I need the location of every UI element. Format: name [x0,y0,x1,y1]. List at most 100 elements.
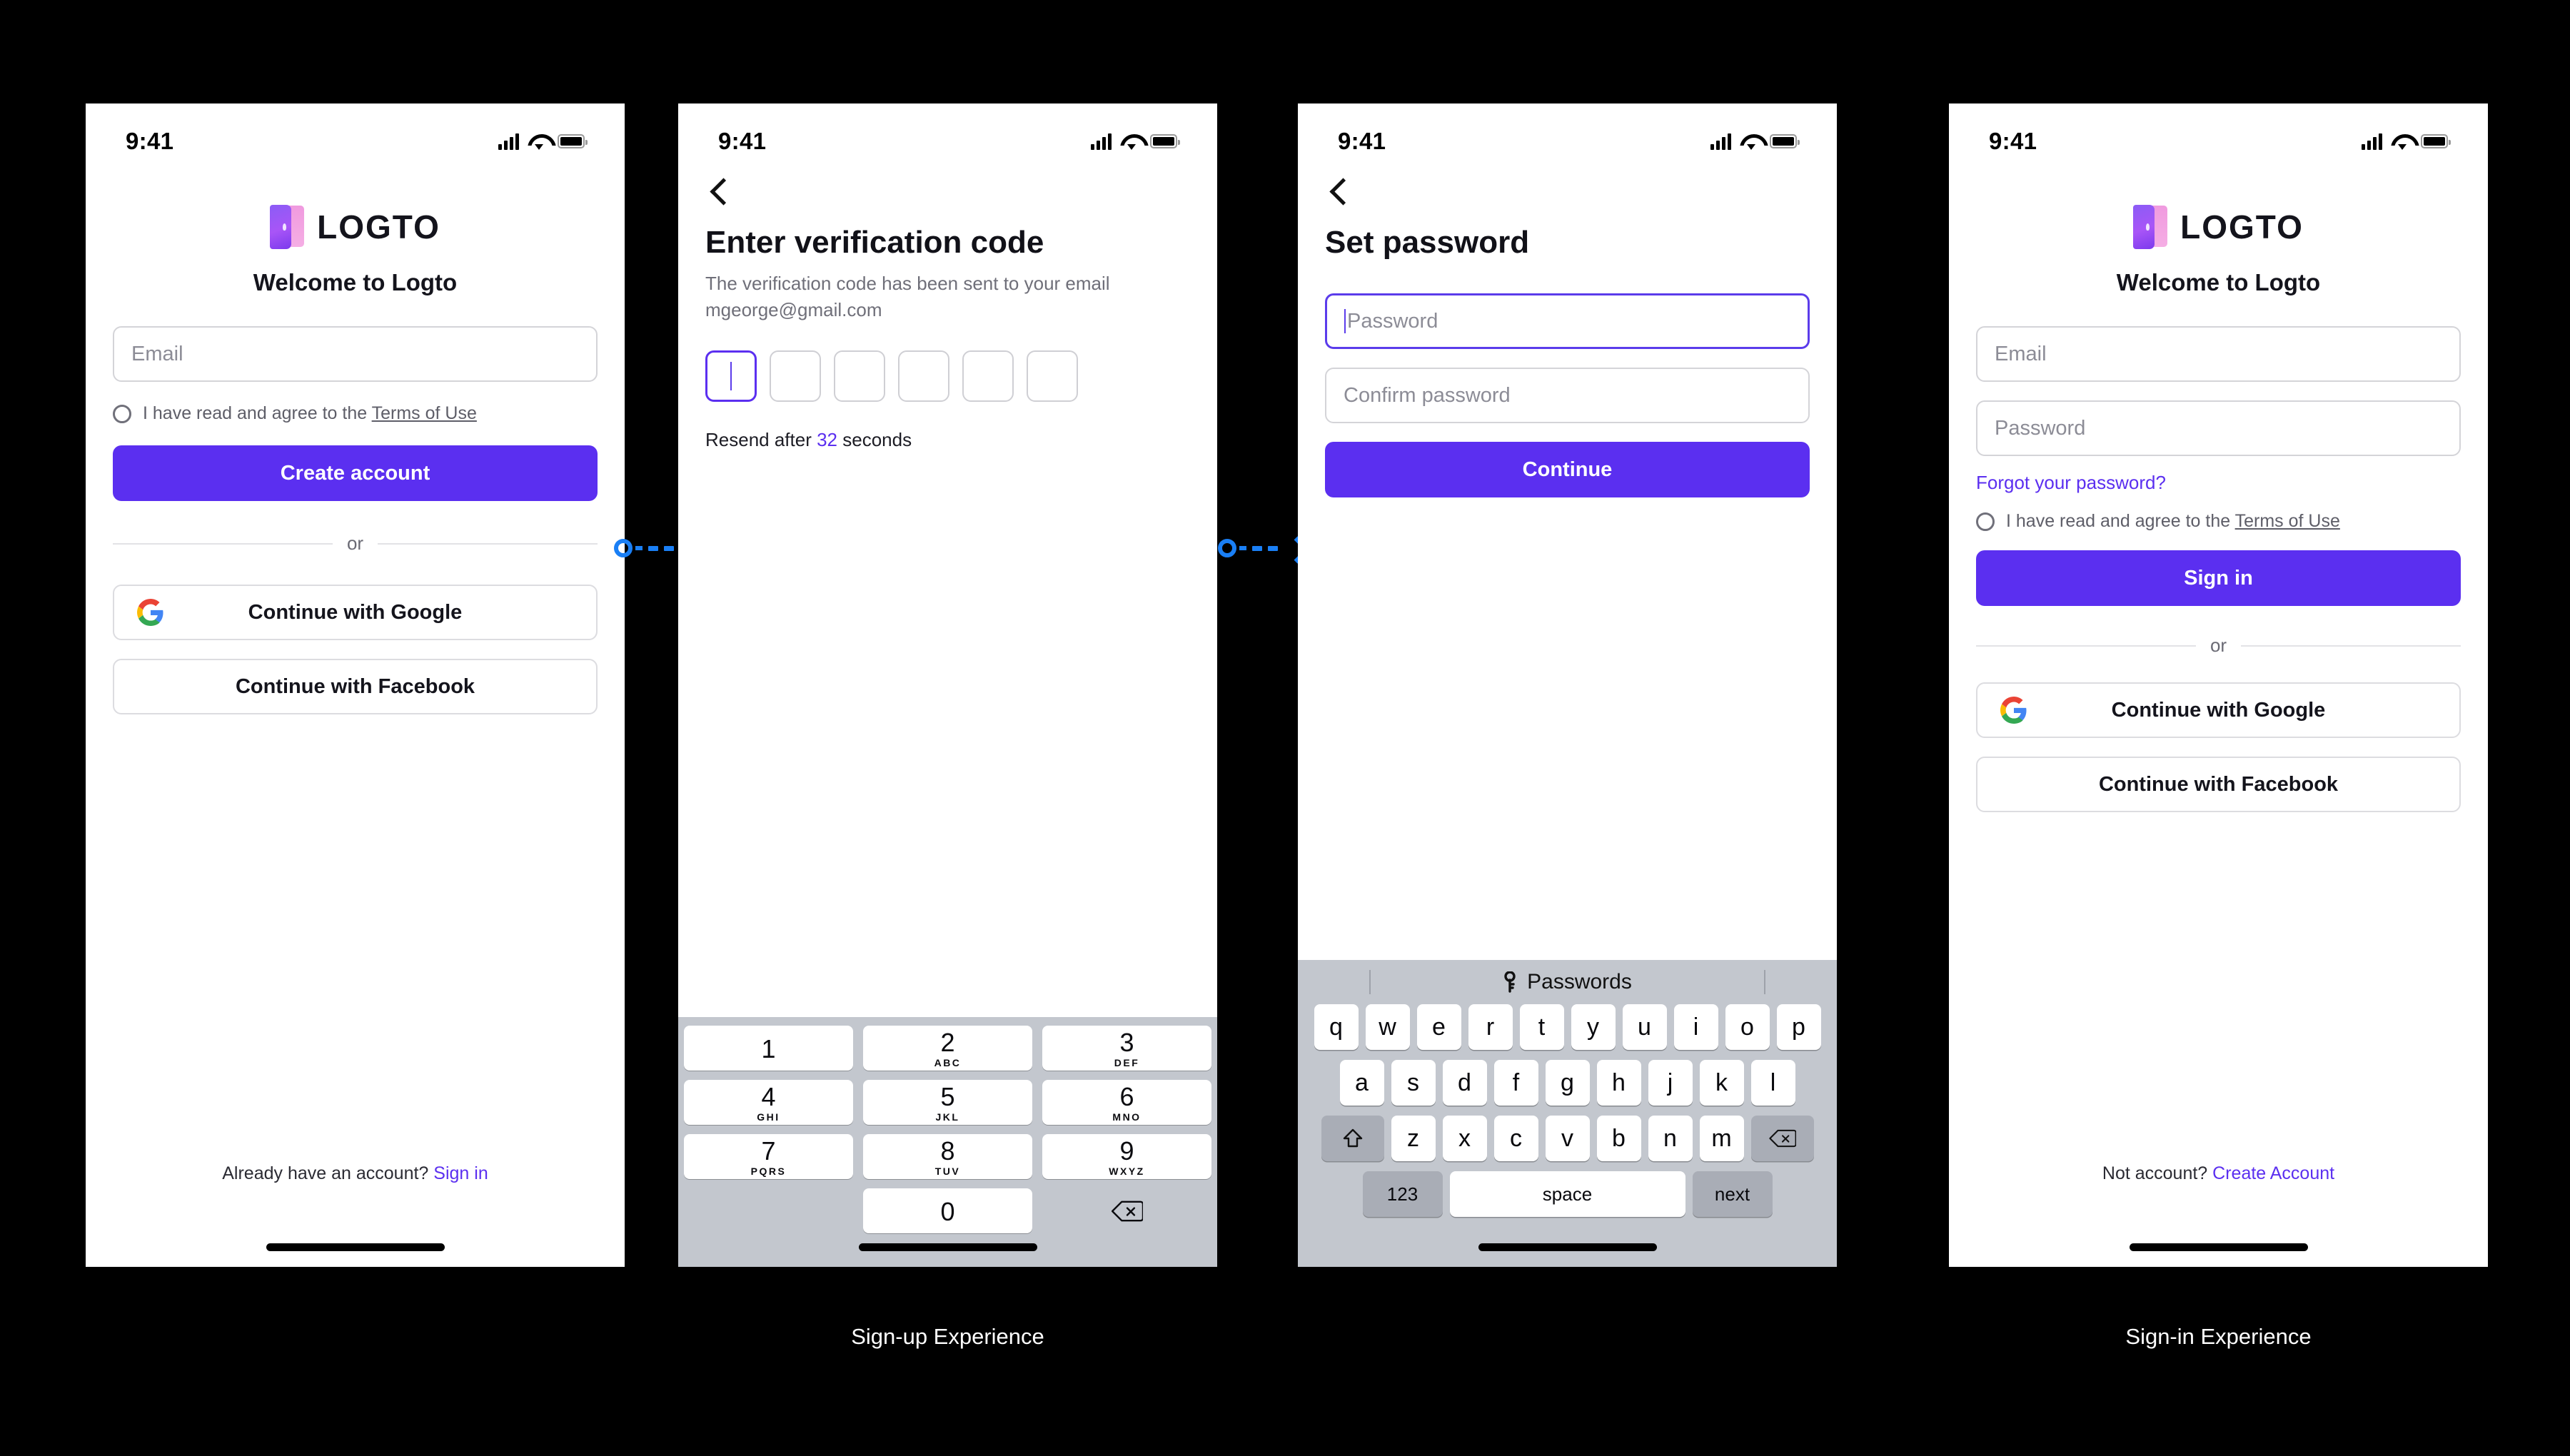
keyboard-row-1: q w e r t y u i o p [1298,1004,1837,1050]
password-input[interactable]: Password [1976,400,2461,456]
keypad-digit: 6 [1119,1081,1134,1111]
qwerty-keyboard[interactable]: Passwords q w e r t y u i o p a s d f g … [1298,960,1837,1267]
key-j[interactable]: j [1648,1060,1693,1106]
create-account-link[interactable]: Create Account [2212,1163,2334,1183]
numbers-key[interactable]: 123 [1362,1171,1443,1217]
key-o[interactable]: o [1725,1004,1770,1050]
key-b[interactable]: b [1596,1116,1641,1161]
divider-line-right [2241,644,2461,647]
key-r[interactable]: r [1468,1004,1513,1050]
status-bar-icons [2362,133,2451,150]
otp-cell-5[interactable] [962,350,1014,402]
key-q[interactable]: q [1314,1004,1359,1050]
continue-with-google-button[interactable]: Continue with Google [113,585,598,640]
otp-cell-6[interactable] [1027,350,1078,402]
terms-checkbox-icon[interactable] [1976,512,1995,531]
otp-cell-2[interactable] [770,350,821,402]
shift-key[interactable] [1321,1116,1384,1161]
keypad-letters: DEF [1114,1056,1140,1068]
keypad-key-9[interactable]: 9 WXYZ [1042,1134,1211,1179]
footnote-text: Already have an account? [222,1163,434,1183]
key-u[interactable]: u [1622,1004,1667,1050]
back-chevron-icon[interactable] [705,176,738,209]
confirm-password-input[interactable]: Confirm password [1325,368,1810,423]
otp-cell-4[interactable] [898,350,949,402]
page-title: Set password [1325,225,1530,260]
back-chevron-icon[interactable] [1325,176,1358,209]
sign-in-button[interactable]: Sign in [1976,550,2461,606]
key-c[interactable]: c [1493,1116,1538,1161]
otp-cell-3[interactable] [834,350,885,402]
keypad-letters: WXYZ [1109,1165,1145,1177]
key-p[interactable]: p [1776,1004,1821,1050]
terms-of-use-link[interactable]: Terms of Use [2235,511,2340,531]
key-z[interactable]: z [1391,1116,1436,1161]
password-input-placeholder: Password [1347,309,1438,333]
cellular-signal-icon [1091,133,1112,150]
space-key[interactable]: space [1449,1171,1685,1217]
terms-prefix: I have read and agree to the [143,403,372,423]
backspace-key[interactable] [1750,1116,1814,1161]
create-account-button[interactable]: Create account [113,445,598,501]
key-d[interactable]: d [1442,1060,1487,1106]
key-f[interactable]: f [1493,1060,1538,1106]
next-key[interactable]: next [1692,1171,1773,1217]
keypad-key-7[interactable]: 7 PQRS [684,1134,853,1179]
key-s[interactable]: s [1391,1060,1436,1106]
keyboard-row-2: a s d f g h j k l [1298,1060,1837,1106]
keypad-key-2[interactable]: 2 ABC [863,1026,1032,1071]
forgot-password-link[interactable]: Forgot your password? [1976,472,2166,493]
continue-with-facebook-button[interactable]: Continue with Facebook [113,659,598,714]
key-y[interactable]: y [1571,1004,1616,1050]
key-t[interactable]: t [1519,1004,1564,1050]
password-input[interactable]: Password [1325,293,1810,349]
terms-agreement-row[interactable]: I have read and agree to the Terms of Us… [1976,511,2461,532]
brand-lockup: LOGTO [86,205,625,249]
key-a[interactable]: a [1339,1060,1384,1106]
keypad-key-3[interactable]: 3 DEF [1042,1026,1211,1071]
sign-in-link[interactable]: Sign in [433,1163,488,1183]
email-input[interactable]: Email [1976,326,2461,382]
key-g[interactable]: g [1545,1060,1590,1106]
google-icon [2000,697,2027,724]
key-n[interactable]: n [1648,1116,1693,1161]
keypad-key-1[interactable]: 1 [684,1026,853,1071]
connector-stub [1239,546,1246,550]
key-h[interactable]: h [1596,1060,1641,1106]
cellular-signal-icon [2362,133,2382,150]
key-k[interactable]: k [1699,1060,1744,1106]
otp-input-group[interactable] [705,350,1190,402]
phone-screen-sign-in: 9:41 LOGTO Welcome to Logto Email Passwo… [1949,103,2488,1267]
keypad-key-8[interactable]: 8 TUV [863,1134,1032,1179]
key-m[interactable]: m [1699,1116,1744,1161]
logto-logo-icon [2133,205,2168,249]
keypad-key-0[interactable]: 0 [863,1188,1032,1233]
resend-prefix: Resend after [705,428,817,450]
numeric-keypad[interactable]: 1 2 ABC 3 DEF 4 GHI 5 JKL 6 MNO 7 PQRS 8… [678,1017,1217,1267]
continue-with-facebook-button[interactable]: Continue with Facebook [1976,757,2461,812]
keypad-key-5[interactable]: 5 JKL [863,1080,1032,1125]
passwords-suggestion-label[interactable]: Passwords [1527,970,1632,994]
continue-button[interactable]: Continue [1325,442,1810,497]
key-e[interactable]: e [1416,1004,1461,1050]
keypad-key-6[interactable]: 6 MNO [1042,1080,1211,1125]
keypad-key-4[interactable]: 4 GHI [684,1080,853,1125]
keypad-digit: 2 [940,1027,955,1057]
facebook-button-label: Continue with Facebook [235,674,475,698]
terms-of-use-link[interactable]: Terms of Use [372,403,477,423]
terms-checkbox-icon[interactable] [113,404,131,423]
continue-with-google-button[interactable]: Continue with Google [1976,682,2461,738]
otp-cell-1[interactable] [705,350,757,402]
email-input[interactable]: Email [113,326,598,382]
keypad-letters: GHI [757,1111,780,1123]
home-indicator [266,1243,445,1251]
key-i[interactable]: i [1673,1004,1718,1050]
keypad-digit: 4 [761,1081,776,1111]
keypad-backspace-key[interactable] [1042,1188,1211,1233]
key-x[interactable]: x [1442,1116,1487,1161]
terms-agreement-row[interactable]: I have read and agree to the Terms of Us… [113,403,598,424]
password-input-placeholder: Password [1995,416,2086,440]
key-v[interactable]: v [1545,1116,1590,1161]
key-w[interactable]: w [1365,1004,1410,1050]
key-l[interactable]: l [1750,1060,1795,1106]
